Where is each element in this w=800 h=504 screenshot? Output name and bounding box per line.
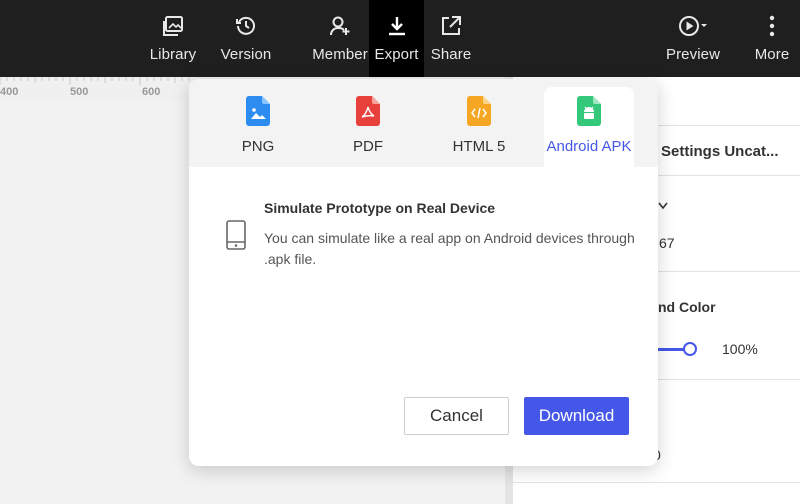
- export-option-description: You can simulate like a real app on Andr…: [264, 230, 635, 267]
- more-vertical-icon: [768, 13, 776, 39]
- size-value: 67: [659, 235, 675, 251]
- library-icon: [162, 13, 184, 39]
- library-label: Library: [149, 46, 197, 63]
- pdf-file-icon: [356, 96, 380, 131]
- panel-divider-line: [513, 482, 800, 483]
- share-icon: [440, 13, 462, 39]
- tab-android-apk-label: Android APK: [546, 138, 632, 155]
- export-button[interactable]: Export: [369, 0, 424, 77]
- tab-pdf-label: PDF: [353, 138, 383, 155]
- tab-png[interactable]: PNG: [213, 87, 303, 167]
- export-dialog: PNG PDF HTML 5 Android APK Simulate Prot…: [189, 79, 658, 466]
- tab-pdf[interactable]: PDF: [323, 87, 413, 167]
- tab-android-apk[interactable]: Android APK: [544, 87, 634, 167]
- add-member-icon: [329, 13, 351, 39]
- export-download-icon: [386, 13, 408, 39]
- export-format-tabs: PNG PDF HTML 5 Android APK: [189, 79, 658, 167]
- android-file-icon: [577, 96, 601, 131]
- background-color-label: nd Color: [658, 299, 716, 315]
- share-label: Share: [430, 46, 472, 63]
- ruler-label: 400: [0, 86, 19, 98]
- cancel-button[interactable]: Cancel: [404, 397, 509, 435]
- version-button[interactable]: Version: [218, 0, 274, 77]
- top-toolbar: Library Version Member Export Share Prev…: [0, 0, 800, 77]
- member-button[interactable]: Member: [311, 0, 369, 77]
- member-label: Member: [312, 46, 368, 63]
- mobile-device-icon: [226, 220, 246, 255]
- html5-file-icon: [467, 96, 491, 131]
- version-label: Version: [220, 46, 272, 63]
- play-icon: [678, 13, 708, 39]
- tab-html5[interactable]: HTML 5: [434, 87, 524, 167]
- tab-html5-label: HTML 5: [452, 138, 506, 155]
- tab-png-label: PNG: [241, 138, 275, 155]
- library-button[interactable]: Library: [145, 0, 201, 77]
- more-label: More: [754, 46, 790, 63]
- history-icon: [235, 13, 257, 39]
- export-option-title: Simulate Prototype on Real Device: [264, 200, 496, 216]
- ruler-label: 500: [70, 86, 89, 98]
- chevron-down-icon[interactable]: [658, 197, 668, 213]
- share-button[interactable]: Share: [428, 0, 474, 77]
- opacity-slider-handle[interactable]: [683, 342, 697, 356]
- export-label: Export: [374, 46, 419, 63]
- opacity-value: 100%: [722, 341, 758, 357]
- download-button[interactable]: Download: [524, 397, 629, 435]
- preview-label: Preview: [665, 46, 721, 63]
- preview-button[interactable]: Preview: [662, 0, 724, 77]
- ruler-label: 600: [142, 86, 161, 98]
- settings-heading: Settings Uncat...: [661, 143, 779, 160]
- more-button[interactable]: More: [752, 0, 792, 77]
- png-file-icon: [246, 96, 270, 131]
